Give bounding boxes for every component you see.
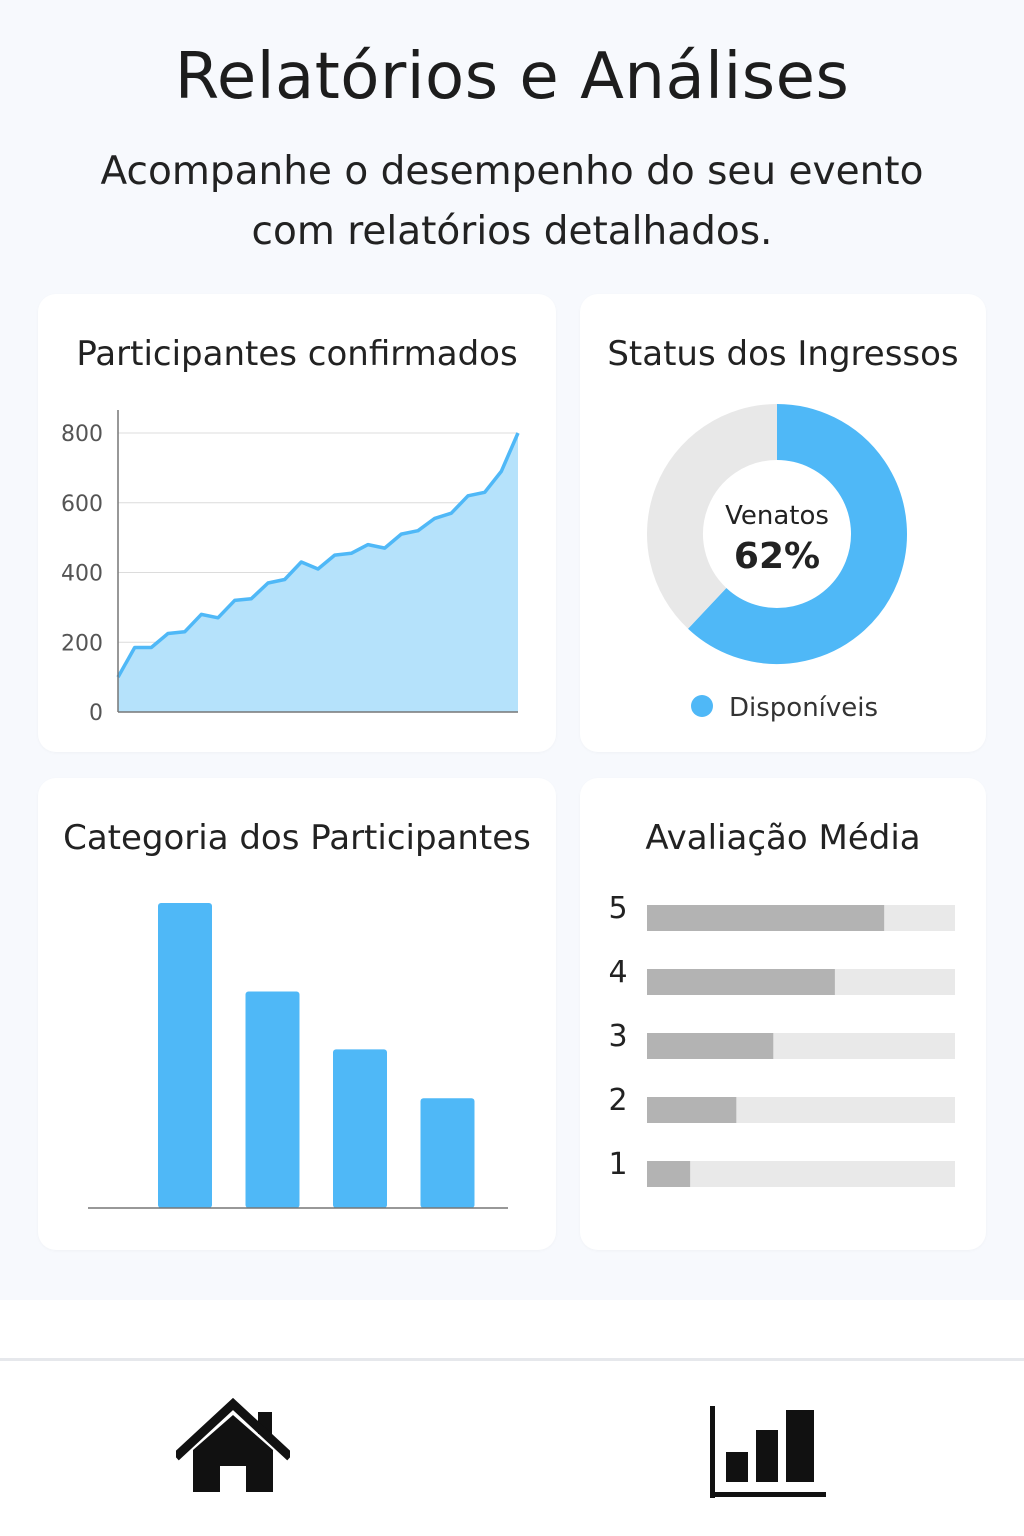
rating-bar — [647, 1161, 691, 1187]
category-bar — [420, 1098, 475, 1208]
y-tick-label: 600 — [61, 492, 103, 517]
rating-bar — [647, 1097, 737, 1123]
donut-center-label: Venatos — [725, 501, 829, 531]
rating-bar-chart: 5 4 3 2 1 — [608, 891, 955, 1187]
page-subtitle: Acompanhe o desempenho do seu evento com… — [100, 149, 924, 254]
rating-label: 4 — [608, 955, 627, 990]
rating-track — [647, 1161, 955, 1187]
category-bar — [158, 903, 212, 1208]
nav-reports-button[interactable] — [706, 1404, 830, 1500]
participants-card: Participantes confirmados 0 200 400 600 800 — [38, 294, 556, 752]
tickets-donut-chart: Venatos 62% Disponíveis — [647, 404, 907, 723]
category-bar-chart — [88, 903, 508, 1209]
category-bar — [245, 991, 300, 1208]
y-tick-label: 200 — [61, 631, 103, 656]
rating-bar — [647, 969, 835, 995]
bottom-nav-divider — [0, 1358, 1024, 1361]
page-title: Relatórios e Análises — [174, 40, 850, 114]
nav-home-button[interactable] — [172, 1397, 294, 1496]
y-tick-label: 0 — [89, 701, 103, 726]
legend-label: Disponíveis — [729, 693, 878, 723]
participants-area-chart: 0 200 400 600 800 — [61, 410, 520, 726]
legend-dot — [691, 695, 713, 717]
rating-bar — [647, 1033, 774, 1059]
tickets-status-card: Status dos Ingressos Venatos 62% Disponí… — [580, 294, 986, 752]
donut-center-value: 62% — [734, 536, 820, 577]
y-tick-label: 400 — [61, 562, 103, 587]
rating-label: 3 — [608, 1019, 627, 1054]
rating-label: 1 — [608, 1147, 627, 1182]
bar-chart-icon — [710, 1406, 826, 1498]
rating-label: 5 — [608, 891, 627, 926]
category-bar — [333, 1049, 387, 1208]
y-tick-label: 800 — [61, 422, 103, 447]
home-icon — [172, 1397, 294, 1492]
rating-card: Avaliação Média 54321 — [580, 778, 986, 1250]
rating-label: 2 — [608, 1083, 627, 1118]
rating-bar — [647, 905, 885, 931]
category-card: Categoria dos Participantes — [38, 778, 556, 1250]
